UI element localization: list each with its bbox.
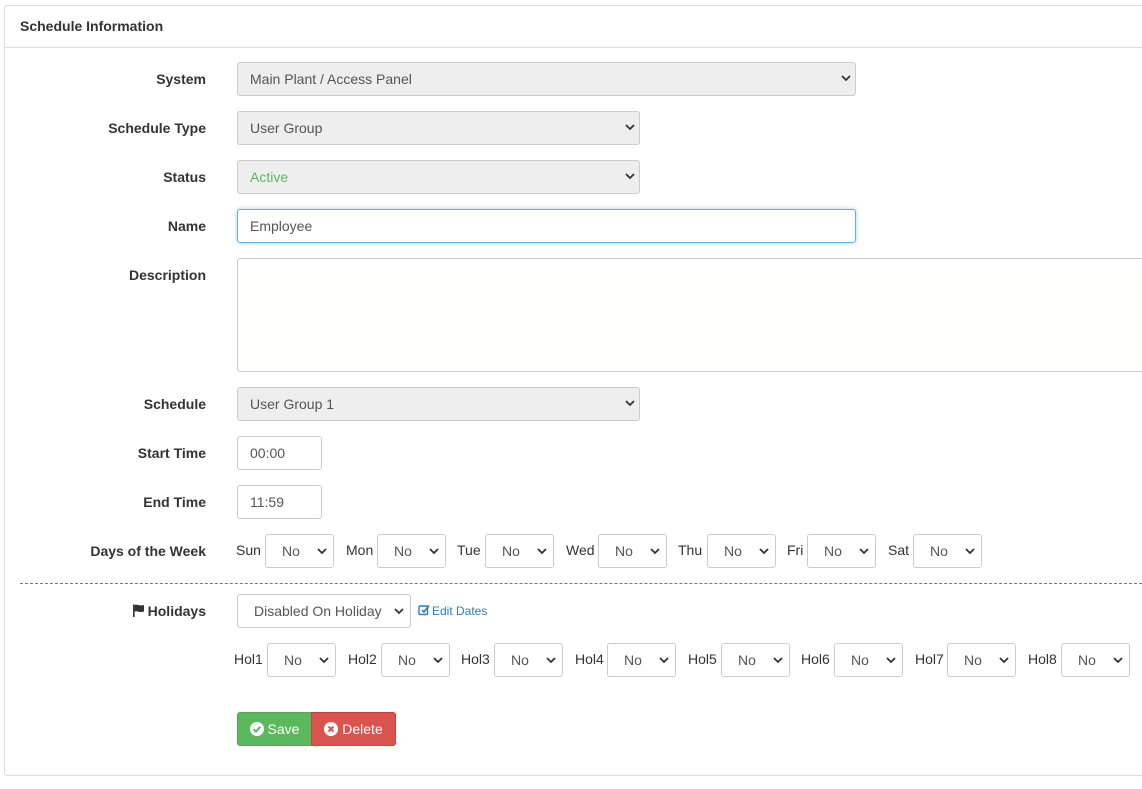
holiday-select-3[interactable]: No [494, 643, 563, 677]
chevron-down-icon [319, 657, 329, 664]
days-of-week-label: Days of the Week [90, 543, 206, 559]
check-circle-icon [249, 722, 264, 736]
system-select[interactable]: Main Plant / Access Panel [237, 62, 856, 96]
day-label-sat: Sat [888, 542, 910, 558]
holiday-label-6: Hol6 [801, 651, 830, 667]
holiday-label-3: Hol3 [461, 651, 490, 667]
day-select-sun[interactable]: No [265, 534, 334, 568]
chevron-down-icon [433, 657, 443, 664]
status-select[interactable]: Active [237, 160, 640, 194]
day-label-tue: Tue [457, 542, 481, 558]
day-label-fri: Fri [787, 542, 804, 558]
day-select-thu[interactable]: No [707, 534, 776, 568]
chevron-down-icon [965, 548, 975, 555]
description-textarea[interactable] [237, 258, 1142, 372]
chevron-down-icon [429, 548, 439, 555]
day-select-mon[interactable]: No [377, 534, 446, 568]
chevron-down-icon [546, 657, 556, 664]
holiday-label-8: Hol8 [1028, 651, 1057, 667]
chevron-down-icon [1113, 657, 1123, 664]
day-label-sun: Sun [236, 542, 261, 558]
day-select-fri[interactable]: No [807, 534, 876, 568]
delete-button[interactable]: Delete [311, 712, 396, 746]
holiday-label-7: Hol7 [915, 651, 944, 667]
times-circle-icon [324, 722, 339, 736]
start-time-input[interactable]: 00:00 [237, 436, 322, 470]
chevron-down-icon [625, 400, 635, 407]
schedule-type-label: Schedule Type [108, 120, 206, 136]
holiday-label-4: Hol4 [575, 651, 604, 667]
holiday-mode-select[interactable]: Disabled On Holiday [237, 594, 411, 628]
day-label-wed: Wed [566, 542, 595, 558]
holiday-select-4[interactable]: No [607, 643, 676, 677]
schedule-label: Schedule [143, 396, 206, 412]
end-time-input[interactable]: 11:59 [237, 485, 322, 519]
chevron-down-icon [999, 657, 1009, 664]
chevron-down-icon [537, 548, 547, 555]
day-select-sat[interactable]: No [913, 534, 982, 568]
name-input[interactable]: Employee [237, 209, 856, 243]
holiday-select-8[interactable]: No [1061, 643, 1130, 677]
chevron-down-icon [759, 548, 769, 555]
schedule-select[interactable]: User Group 1 [237, 387, 640, 421]
day-label-mon: Mon [346, 542, 374, 558]
day-label-thu: Thu [678, 542, 703, 558]
holiday-select-2[interactable]: No [381, 643, 450, 677]
holiday-select-6[interactable]: No [834, 643, 903, 677]
edit-icon [418, 605, 430, 616]
section-divider [20, 583, 1142, 584]
end-time-label: End Time [143, 494, 206, 510]
edit-dates-link[interactable]: Edit Dates [418, 603, 487, 619]
holiday-label-2: Hol2 [348, 651, 377, 667]
flag-icon [132, 604, 144, 617]
name-label: Name [167, 218, 206, 234]
start-time-label: Start Time [137, 445, 206, 461]
save-button[interactable]: Save [237, 712, 312, 746]
chevron-down-icon [317, 548, 327, 555]
holiday-select-5[interactable]: No [721, 643, 790, 677]
holiday-select-7[interactable]: No [947, 643, 1016, 677]
panel-title: Schedule Information [5, 6, 1142, 48]
holiday-label-5: Hol5 [688, 651, 717, 667]
holiday-select-1[interactable]: No [267, 643, 336, 677]
system-label: System [156, 71, 206, 87]
chevron-down-icon [859, 548, 869, 555]
description-label: Description [128, 267, 206, 283]
holiday-label-1: Hol1 [234, 651, 263, 667]
status-label: Status [163, 169, 206, 185]
holidays-label: Holidays [0, 601, 206, 621]
day-select-wed[interactable]: No [598, 534, 667, 568]
chevron-down-icon [650, 548, 660, 555]
chevron-down-icon [659, 657, 669, 664]
chevron-down-icon [886, 657, 896, 664]
schedule-type-select[interactable]: User Group [237, 111, 640, 145]
chevron-down-icon [625, 124, 635, 131]
day-select-tue[interactable]: No [485, 534, 554, 568]
chevron-down-icon [625, 173, 635, 180]
chevron-down-icon [841, 75, 851, 82]
chevron-down-icon [394, 608, 404, 615]
chevron-down-icon [773, 657, 783, 664]
